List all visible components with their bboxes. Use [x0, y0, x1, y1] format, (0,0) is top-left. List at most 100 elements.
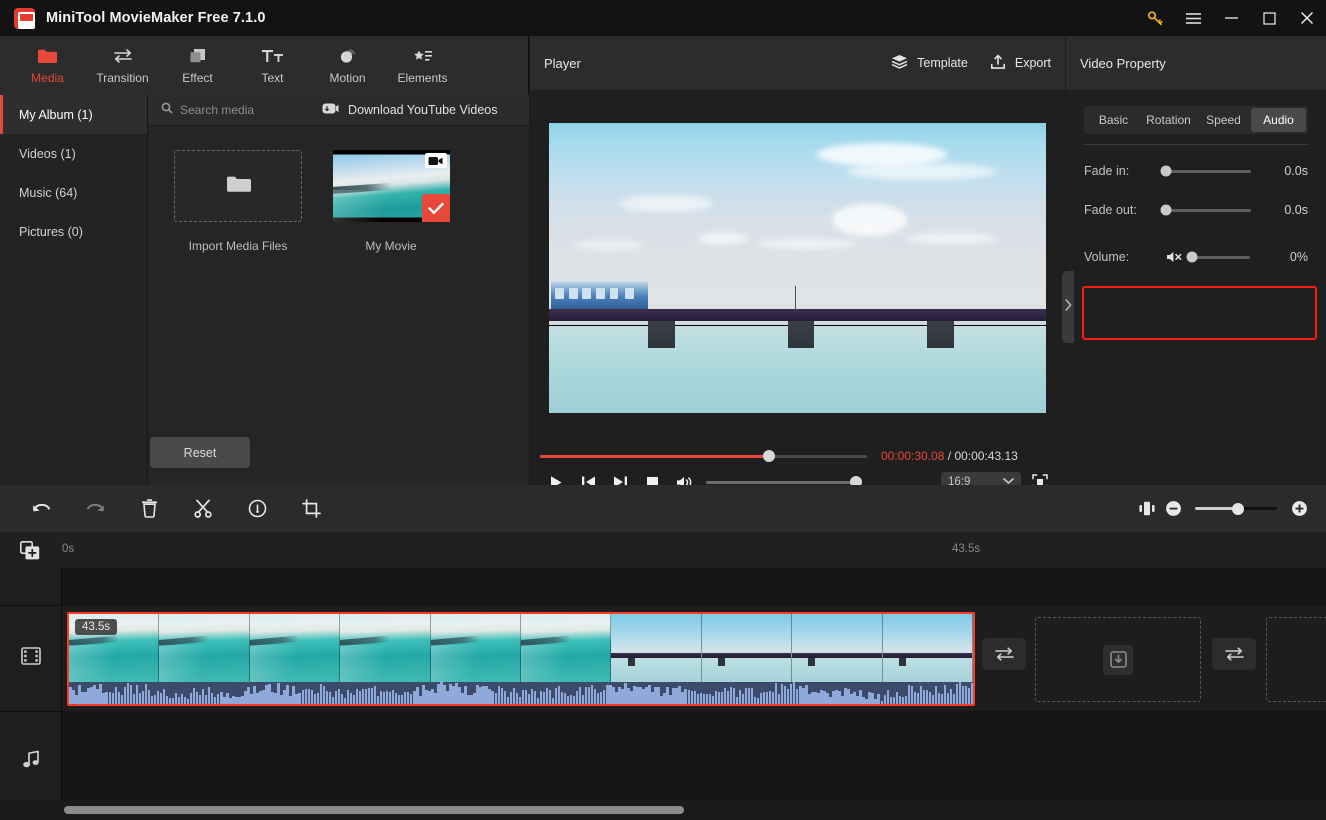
player-header-actions: Template Export — [891, 54, 1051, 73]
album-label: Videos (1) — [19, 147, 76, 161]
sidebar-item-my-album[interactable]: My Album (1) — [0, 95, 147, 134]
tab-motion[interactable]: Motion — [310, 36, 385, 95]
preview-pier — [788, 321, 815, 349]
info-speedometer-icon[interactable] — [230, 485, 284, 532]
timeline: 0s 43.5s — [0, 532, 1326, 820]
minimize-icon[interactable] — [1212, 0, 1250, 36]
timeline-scrollbar[interactable] — [0, 800, 1326, 820]
tab-media[interactable]: Media — [10, 36, 85, 95]
fade-out-row: Fade out: 0.0s — [1066, 197, 1326, 223]
reset-button[interactable]: Reset — [150, 437, 250, 468]
media-thumbnail[interactable] — [333, 150, 450, 222]
tab-text[interactable]: Text — [235, 36, 310, 95]
volume-muted-icon[interactable] — [1166, 250, 1183, 264]
media-cell-import: Import Media Files — [174, 150, 302, 253]
undo-arrow-icon[interactable] — [14, 485, 68, 532]
redo-arrow-icon[interactable] — [68, 485, 122, 532]
volume-slider[interactable] — [1192, 256, 1250, 259]
tab-label: Basic — [1099, 113, 1128, 127]
timeline-clip[interactable]: 43.5s — [67, 612, 975, 706]
app-window: MiniTool MovieMaker Free 7.1.0 — [0, 0, 1326, 820]
seek-bar[interactable] — [540, 455, 867, 458]
tab-speed[interactable]: Speed — [1196, 108, 1251, 132]
player-volume-slider[interactable] — [706, 481, 856, 484]
sidebar-item-music[interactable]: Music (64) — [0, 173, 147, 212]
zoom-out-minus-icon[interactable] — [1160, 496, 1186, 522]
album-label: My Album (1) — [19, 108, 93, 122]
sidebar-item-videos[interactable]: Videos (1) — [0, 134, 147, 173]
fade-in-handle[interactable] — [1161, 166, 1172, 177]
media-caption: My Movie — [327, 239, 455, 253]
check-icon[interactable] — [422, 194, 450, 222]
preview-pier — [927, 321, 954, 349]
fade-out-slider[interactable] — [1166, 209, 1251, 212]
zoom-in-plus-icon[interactable] — [1286, 496, 1312, 522]
volume-handle[interactable] — [1187, 252, 1198, 263]
preview-mast — [795, 286, 796, 311]
crop-icon[interactable] — [284, 485, 338, 532]
tab-basic[interactable]: Basic — [1086, 108, 1141, 132]
transition-swap-icon[interactable] — [982, 638, 1026, 670]
search-icon — [161, 101, 173, 119]
timeline-zoom-slider[interactable] — [1195, 507, 1277, 510]
text-tt-icon — [261, 46, 285, 66]
clip-waveform — [69, 682, 973, 706]
track-lane-video[interactable]: 43.5s — [62, 606, 1326, 712]
track-header-video[interactable] — [0, 606, 62, 712]
timeline-ruler[interactable]: 0s 43.5s — [0, 532, 1326, 568]
media-drop-zone[interactable] — [1035, 617, 1201, 702]
media-drop-zone[interactable] — [1266, 617, 1326, 702]
time-separator: / — [948, 449, 951, 463]
fade-out-label: Fade out: — [1084, 203, 1166, 217]
transition-swap-icon[interactable] — [1212, 638, 1256, 670]
folder-icon — [37, 46, 58, 66]
close-icon[interactable] — [1288, 0, 1326, 36]
player-title: Player — [544, 56, 581, 71]
volume-value: 0% — [1290, 250, 1308, 264]
music-note-icon — [22, 750, 41, 774]
export-button[interactable]: Export — [990, 54, 1051, 73]
import-media-files-button[interactable] — [174, 150, 302, 222]
scrollbar-thumb[interactable] — [64, 806, 684, 814]
property-tabs: Basic Rotation Speed Audio — [1084, 106, 1308, 134]
tab-label: Rotation — [1146, 113, 1191, 127]
search-input[interactable]: Search media — [161, 101, 254, 119]
track-header-audio[interactable] — [0, 712, 62, 812]
scissors-icon[interactable] — [176, 485, 230, 532]
video-preview-frame[interactable] — [549, 123, 1046, 413]
tab-transition[interactable]: Transition — [85, 36, 160, 95]
maximize-icon[interactable] — [1250, 0, 1288, 36]
track-lane-audio[interactable] — [62, 712, 1326, 812]
sidebar-item-pictures[interactable]: Pictures (0) — [0, 212, 147, 251]
panel-collapse-toggle[interactable] — [1062, 271, 1074, 343]
template-button[interactable]: Template — [891, 54, 968, 72]
main-content-row: Media Transition Effect — [0, 36, 1326, 485]
track-header-text[interactable] — [0, 568, 62, 606]
search-placeholder: Search media — [180, 103, 254, 117]
fade-out-handle[interactable] — [1161, 205, 1172, 216]
tab-rotation[interactable]: Rotation — [1141, 108, 1196, 132]
player-header: Player Template Export — [530, 36, 1065, 90]
preview-pier — [648, 321, 675, 349]
hamburger-menu-icon[interactable] — [1174, 0, 1212, 36]
moviemaker-logo-icon — [14, 8, 35, 29]
player-controls: 00:00:30.08 / 00:00:43.13 — [530, 445, 1065, 485]
album-label: Music (64) — [19, 186, 77, 200]
tab-audio[interactable]: Audio — [1251, 108, 1306, 132]
total-time: 00:00:43.13 — [954, 449, 1017, 463]
download-youtube-button[interactable]: Download YouTube Videos — [322, 102, 497, 118]
fit-timeline-icon[interactable] — [1134, 496, 1160, 522]
tab-effect[interactable]: Effect — [160, 36, 235, 95]
key-icon[interactable] — [1136, 0, 1174, 36]
seek-handle[interactable] — [763, 450, 775, 462]
track-lane-text[interactable] — [62, 568, 1326, 606]
tab-label: Elements — [397, 71, 447, 85]
tab-elements[interactable]: Elements — [385, 36, 460, 95]
add-track-icon[interactable] — [20, 541, 40, 565]
trash-icon[interactable] — [122, 485, 176, 532]
zoom-handle[interactable] — [1232, 503, 1244, 515]
fade-in-label: Fade in: — [1084, 164, 1166, 178]
template-label: Template — [917, 56, 968, 70]
fade-in-slider[interactable] — [1166, 170, 1251, 173]
star-list-icon — [412, 46, 434, 66]
